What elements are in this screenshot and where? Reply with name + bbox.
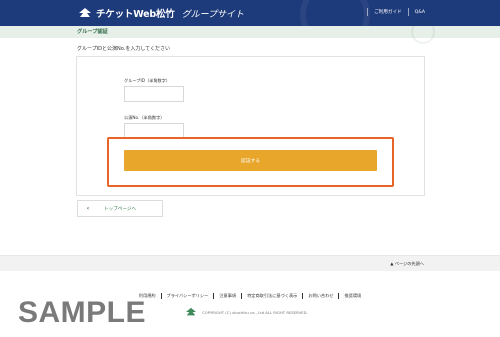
nav-divider bbox=[407, 8, 409, 16]
footer-link-commerce-law[interactable]: 特定商取引法に基づく表示 bbox=[247, 293, 297, 299]
back-link-label: トップページへ bbox=[104, 206, 137, 212]
section-title-bar: グループ認証 bbox=[0, 20, 500, 44]
footer-divider bbox=[302, 293, 304, 299]
site-logo[interactable]: チケットWeb松竹 グループサイト bbox=[78, 5, 244, 21]
nav-divider bbox=[367, 8, 369, 16]
pine-logo-icon bbox=[186, 307, 196, 316]
footer-link-contact[interactable]: お問い合わせ bbox=[308, 293, 333, 299]
chevron-left-icon: ‹ bbox=[86, 205, 90, 212]
footer-link-notes[interactable]: 注意事項 bbox=[219, 293, 236, 299]
sample-watermark: SAMPLE bbox=[18, 296, 147, 329]
brand-name: チケットWeb松竹 bbox=[96, 9, 175, 20]
instruction-text: グループIDと公演No.を入力してください bbox=[77, 46, 171, 52]
header-crest-decoration bbox=[300, 0, 370, 26]
page-top-bar: ▲ ページの先頭へ bbox=[0, 255, 500, 271]
nav-qa-link[interactable]: Q&A bbox=[415, 10, 425, 15]
authenticate-button[interactable]: 認証する bbox=[124, 150, 377, 171]
page-top-link[interactable]: ▲ ページの先頭へ bbox=[390, 261, 424, 267]
group-id-input[interactable] bbox=[124, 86, 184, 102]
footer-link-privacy[interactable]: プライバシーポリシー bbox=[167, 293, 209, 299]
footer-divider bbox=[338, 293, 340, 299]
page-title: グループ認証 bbox=[77, 29, 108, 35]
footer-divider bbox=[160, 293, 162, 299]
group-id-label: グループID（半角数字） bbox=[124, 78, 171, 83]
title-crest-decoration bbox=[411, 20, 435, 44]
footer-link-environment[interactable]: 推奨環境 bbox=[344, 293, 361, 299]
site-name: グループサイト bbox=[181, 9, 245, 20]
footer-divider bbox=[241, 293, 243, 299]
nav-guide-link[interactable]: ご利用ガイド bbox=[374, 9, 402, 15]
footer-divider bbox=[213, 293, 215, 299]
copyright-text: COPYRIGHT (C) shochiku co., Ltd ALL RIGH… bbox=[202, 309, 308, 315]
header-nav: ご利用ガイド Q&A bbox=[361, 8, 425, 16]
pine-logo-icon bbox=[79, 8, 91, 17]
copyright: COPYRIGHT (C) shochiku co., Ltd ALL RIGH… bbox=[185, 307, 308, 317]
performance-no-label: 公演No.（半角数字） bbox=[124, 115, 165, 120]
back-to-top-page-button[interactable]: ‹ トップページへ bbox=[77, 200, 163, 217]
